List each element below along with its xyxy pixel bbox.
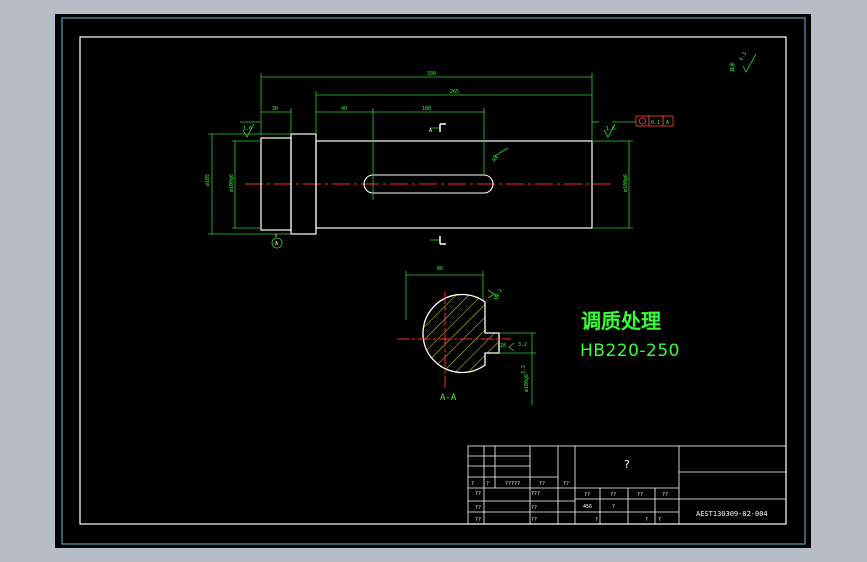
tb-cell: ??	[531, 505, 537, 511]
title-drawing-number: AEST130309-02-004	[696, 510, 768, 518]
tb-cell: ?????	[505, 481, 520, 487]
tb-cell: ??	[475, 517, 481, 523]
section-view	[397, 271, 536, 405]
dim-overall: 330	[427, 71, 436, 77]
tb-cell: ??	[610, 492, 616, 498]
tb-cell: ?	[486, 481, 489, 487]
tb-cell: ??	[637, 492, 643, 498]
dim-right-dia-tol: ø100g6	[623, 174, 629, 192]
roughness-symbols	[242, 53, 757, 352]
heat-treatment-title: 调质处理	[581, 309, 661, 333]
engineering-drawing: 330 265 40 180 30 R4 ø105 ø100g6 ø100g6 …	[61, 17, 806, 545]
section-marker-label: A	[429, 128, 432, 134]
tb-cell: ??	[531, 517, 537, 523]
dim-section-depth: 86	[437, 266, 443, 272]
tb-cell: ??	[584, 492, 590, 498]
tb-cell: ??	[475, 491, 481, 497]
dim-section-vertical: ø100g6	[524, 374, 530, 392]
dim-slot: 180	[422, 106, 431, 112]
dim-keyway: 265	[450, 89, 459, 95]
dimension-lines	[208, 73, 636, 241]
tb-cell: ??	[563, 481, 569, 487]
dim-left-dia-tol: ø100g6	[229, 174, 235, 192]
roughness-section-3: 3.2	[521, 365, 527, 374]
dim-offset: 40	[341, 106, 347, 112]
section-label: A-A	[440, 393, 457, 403]
dim-left-step: 30	[272, 106, 278, 112]
dim-chamfer: R4	[492, 155, 500, 163]
outer-border	[61, 17, 806, 545]
tb-cell: ?	[595, 517, 598, 523]
tb-cell: 456	[583, 504, 592, 510]
datum-label: A	[275, 241, 278, 247]
roughness-section-1: 3.2	[495, 288, 505, 299]
heat-treatment-hardness: HB220-250	[580, 341, 680, 361]
dim-section-key: 28	[500, 343, 506, 349]
tb-cell: ?	[645, 517, 648, 523]
tolerance-value: 0.1	[651, 120, 660, 126]
tb-cell: ??	[662, 492, 668, 498]
tb-cell: ?	[658, 517, 661, 523]
tb-cell: ?	[471, 481, 474, 487]
roughness-corner: 6.3	[739, 51, 749, 62]
tolerance-symbol: ◎	[638, 123, 639, 124]
drawing-frame	[79, 36, 787, 525]
roughness-corner-text: 其余	[729, 62, 736, 72]
roughness-right: 1.6	[606, 126, 615, 132]
tb-cell: ?	[612, 504, 615, 510]
tb-cell: ??	[475, 505, 481, 511]
title-drawing-name: ?	[624, 458, 630, 471]
tb-cell: ???	[531, 491, 540, 497]
tb-cell: ??	[539, 481, 545, 487]
roughness-left: 1.6	[243, 126, 252, 132]
dim-left-dia: ø105	[205, 174, 211, 186]
roughness-section-2: 3.2	[518, 342, 527, 348]
tolerance-datum: A	[666, 120, 669, 126]
